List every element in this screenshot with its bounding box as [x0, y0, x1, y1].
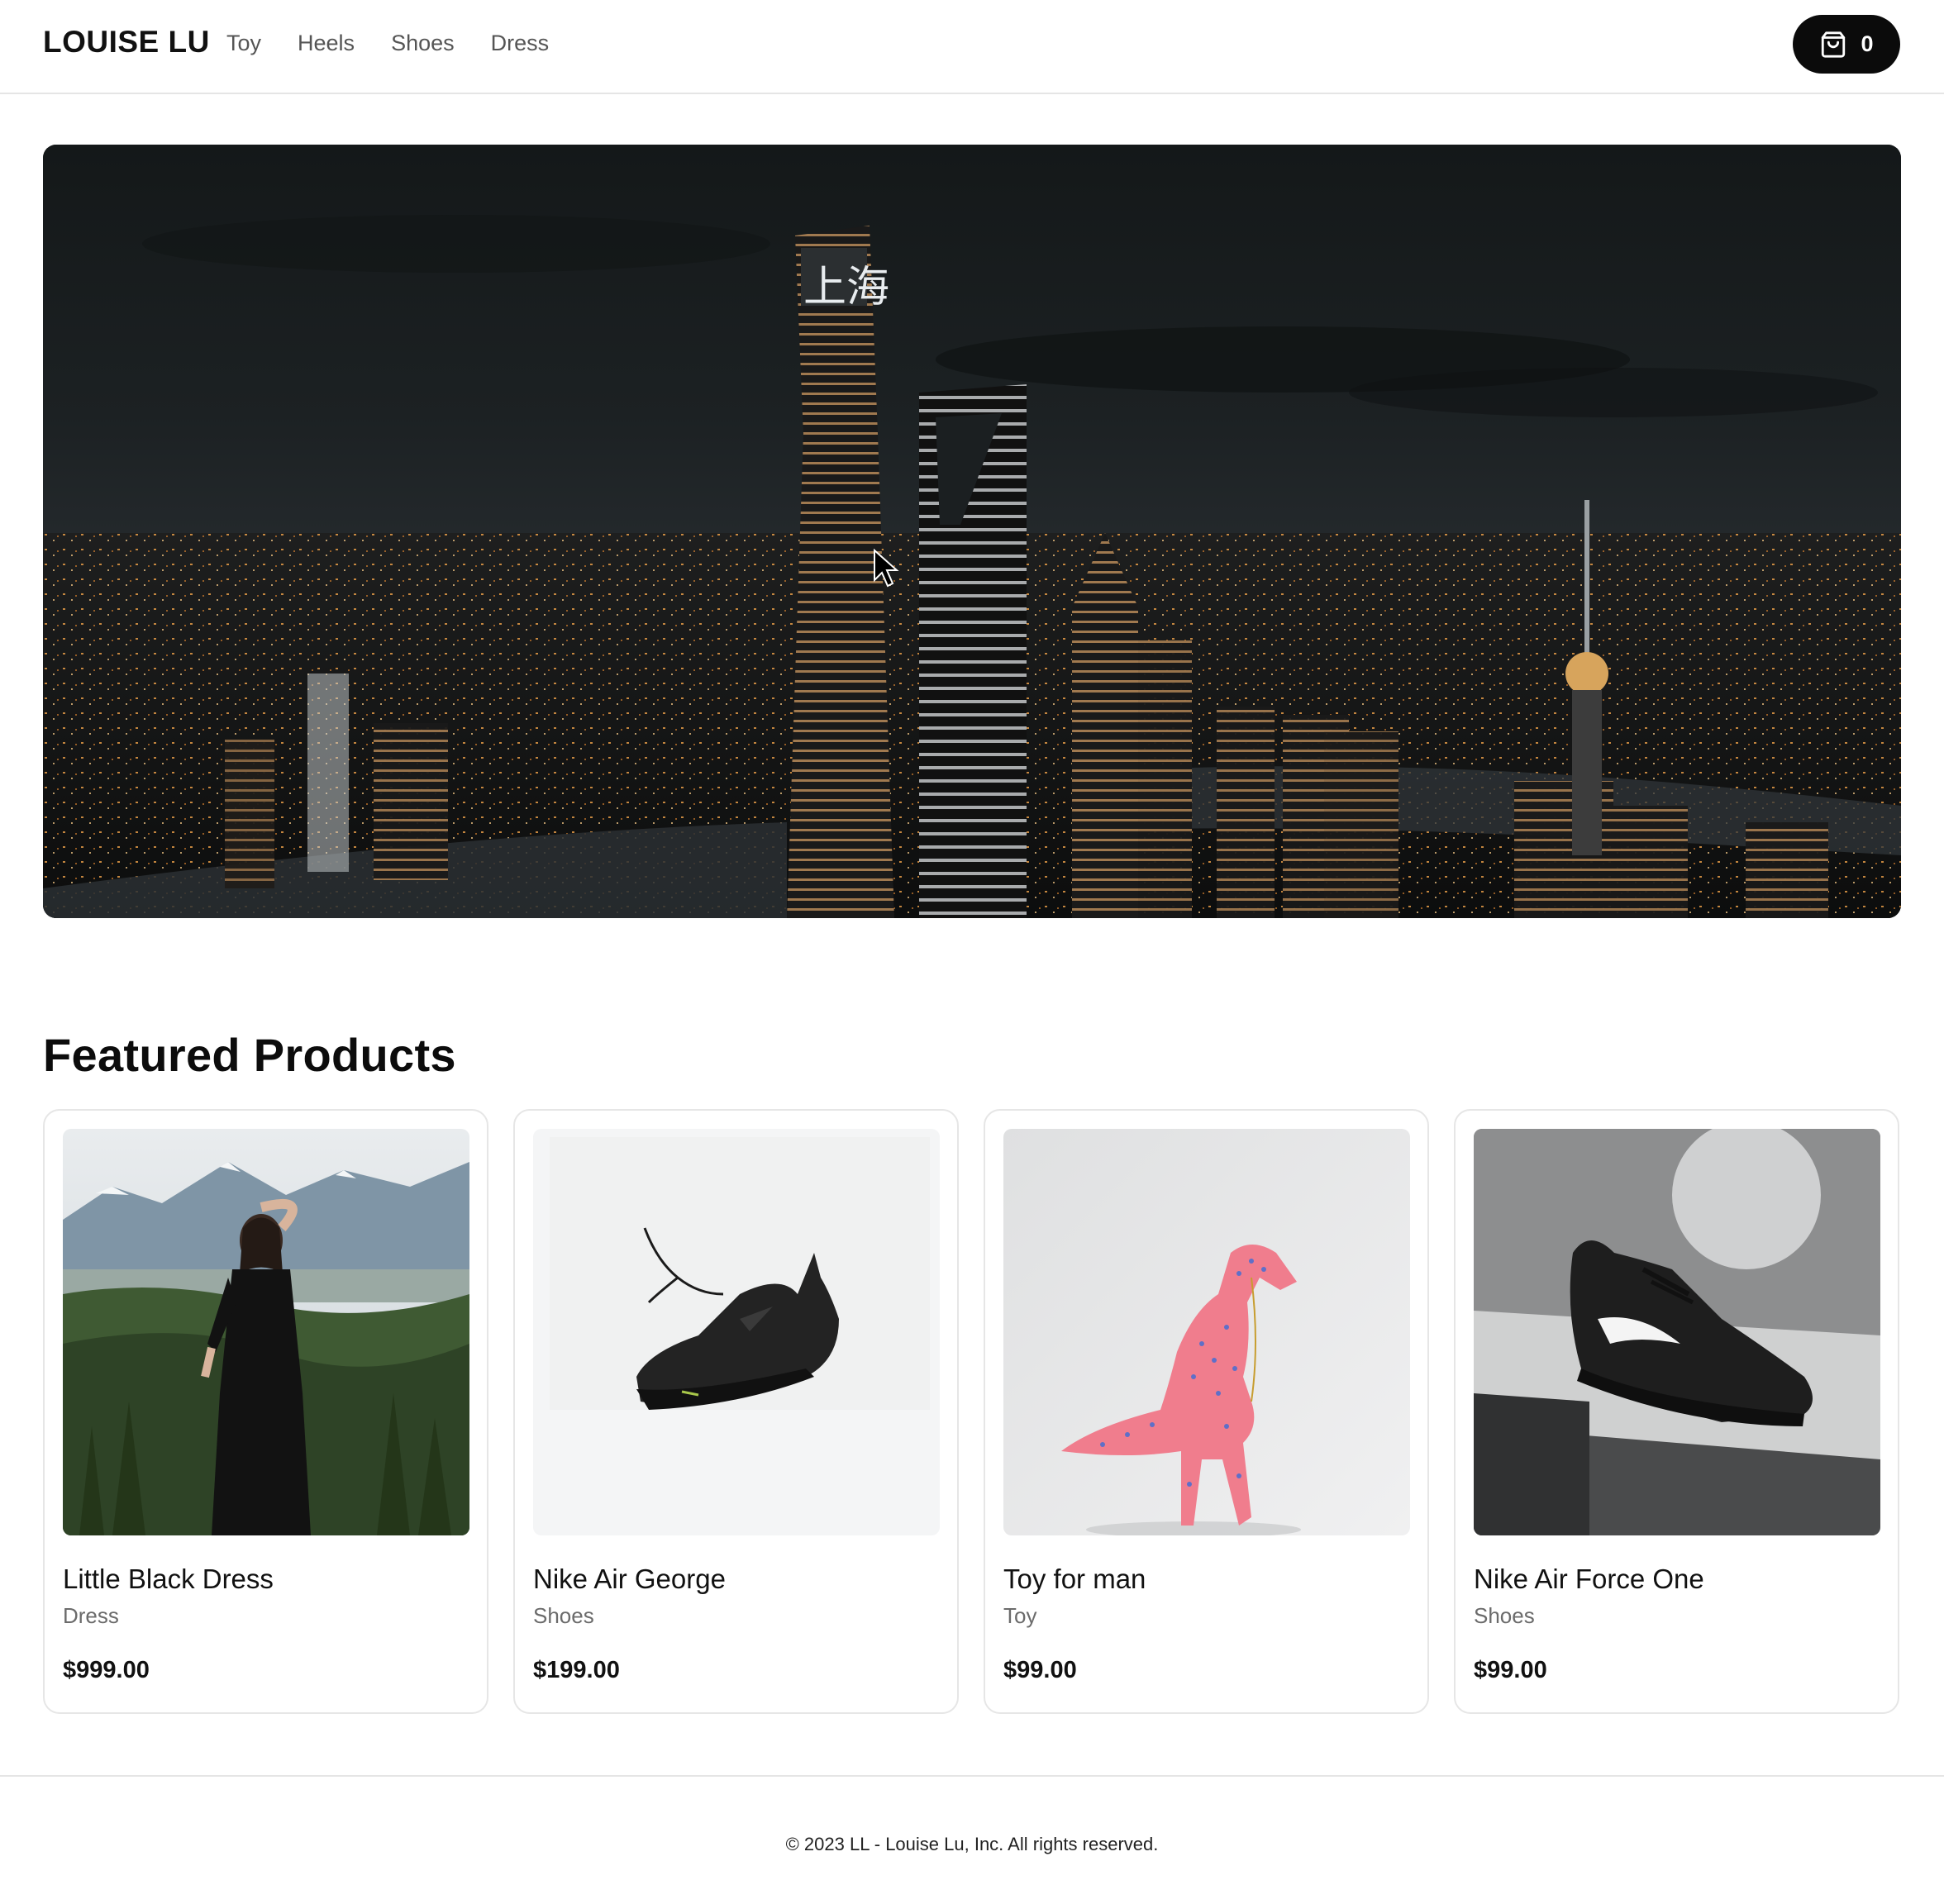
nav-link-shoes[interactable]: Shoes [391, 31, 455, 56]
main-nav: Toy Heels Shoes Dress [226, 31, 549, 56]
cart-count: 0 [1861, 31, 1874, 56]
product-price: $99.00 [1003, 1657, 1077, 1683]
footer-copyright: © 2023 LL - Louise Lu, Inc. All rights r… [785, 1834, 1159, 1854]
product-image-air-force-one[interactable] [1474, 1129, 1880, 1535]
tower-sign-text: 上海 [803, 263, 889, 312]
product-name[interactable]: Toy for man [1003, 1564, 1409, 1595]
site-header: LOUISE LU Toy Heels Shoes Dress 0 [0, 0, 1944, 94]
city-skyline-image: 上海 [43, 145, 1901, 918]
product-image-toy[interactable] [1003, 1129, 1410, 1535]
cart-button[interactable]: 0 [1793, 15, 1900, 74]
product-price: $199.00 [533, 1657, 620, 1683]
product-name[interactable]: Nike Air Force One [1474, 1564, 1880, 1595]
product-name[interactable]: Nike Air George [533, 1564, 939, 1595]
product-category: Dress [63, 1603, 119, 1628]
product-card[interactable]: Toy for man Toy $99.00 [984, 1109, 1429, 1714]
nav-link-heels[interactable]: Heels [298, 31, 355, 56]
product-image-sneaker[interactable] [533, 1129, 940, 1535]
product-price: $99.00 [1474, 1657, 1547, 1683]
brand-logo-link[interactable]: LOUISE LU [43, 25, 210, 60]
product-category: Shoes [1474, 1603, 1535, 1628]
product-card[interactable]: Nike Air Force One Shoes $99.00 [1454, 1109, 1899, 1714]
nav-link-toy[interactable]: Toy [226, 31, 261, 56]
product-image-dress[interactable] [63, 1129, 469, 1535]
product-category: Toy [1003, 1603, 1037, 1628]
product-category: Shoes [533, 1603, 594, 1628]
nav-link-dress[interactable]: Dress [491, 31, 550, 56]
featured-products-heading: Featured Products [43, 1029, 456, 1081]
shopping-bag-icon [1819, 31, 1847, 59]
hero-banner[interactable]: 上海 [43, 145, 1901, 918]
product-price: $999.00 [63, 1657, 150, 1683]
product-card[interactable]: Nike Air George Shoes $199.00 [513, 1109, 959, 1714]
product-card[interactable]: Little Black Dress Dress $999.00 [43, 1109, 488, 1714]
product-grid: Little Black Dress Dress $999.00 Nike Ai… [43, 1109, 1901, 1714]
site-footer: © 2023 LL - Louise Lu, Inc. All rights r… [0, 1775, 1944, 1904]
product-name[interactable]: Little Black Dress [63, 1564, 469, 1595]
